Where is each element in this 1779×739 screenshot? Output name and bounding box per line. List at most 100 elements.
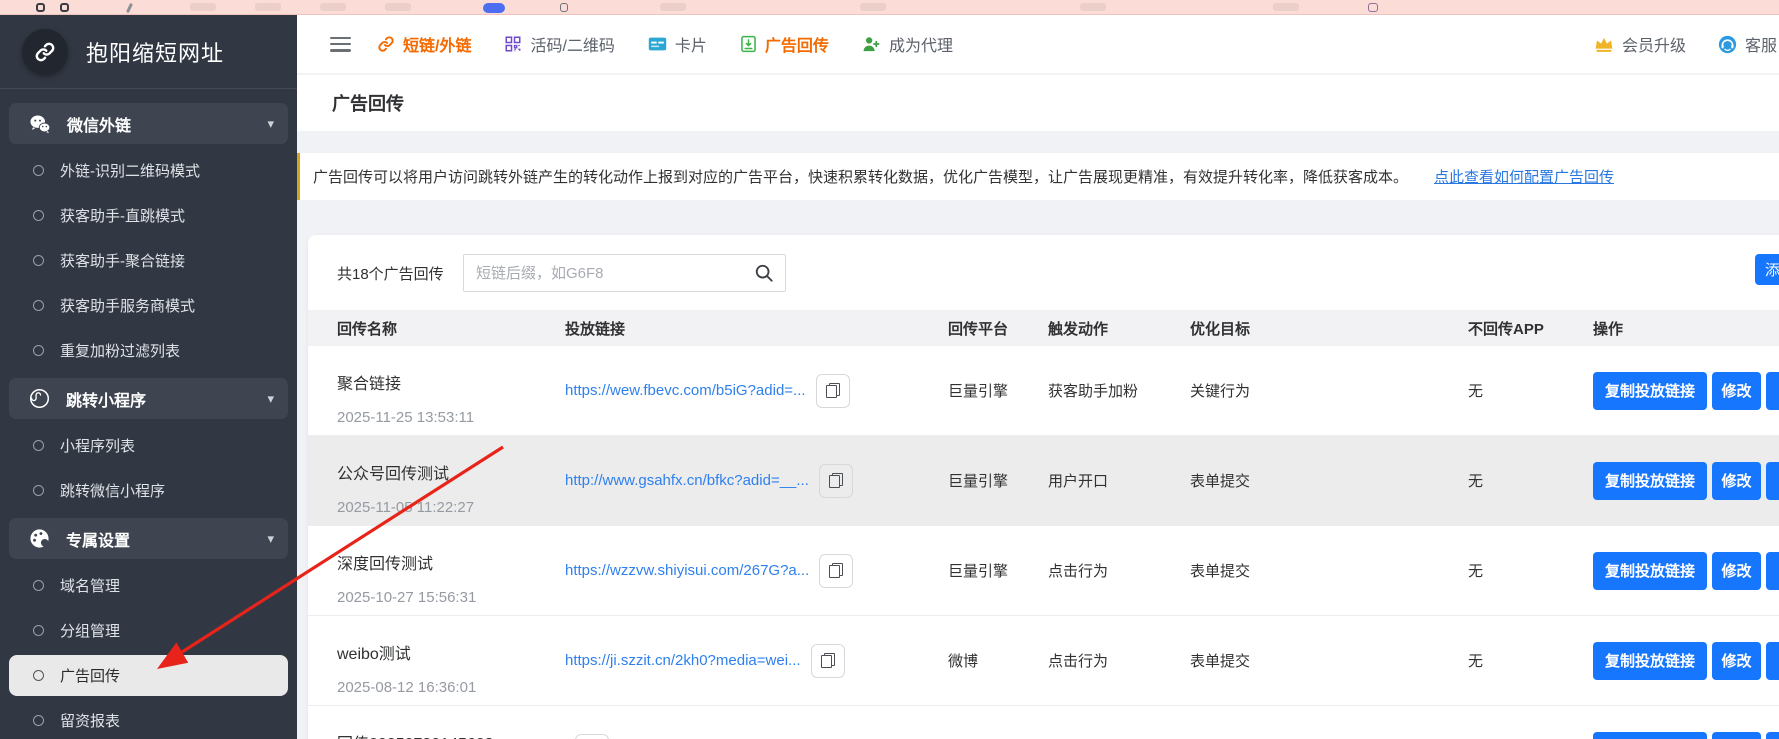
app-title: 抱阳缩短网址 bbox=[86, 36, 224, 68]
delete-button[interactable]: 删 bbox=[1766, 462, 1779, 500]
browser-chrome-fragment bbox=[1273, 3, 1299, 11]
logo-link-icon bbox=[22, 29, 68, 75]
add-callback-button[interactable]: 添 bbox=[1755, 254, 1779, 285]
edit-button[interactable]: 修改 bbox=[1712, 372, 1761, 410]
cell-goal: 表单提交 bbox=[1190, 560, 1468, 581]
sidebar-item-assistant-service-provider[interactable]: 获客助手服务商模式 bbox=[0, 283, 297, 328]
delete-button[interactable]: 删 bbox=[1766, 372, 1779, 410]
delivery-link[interactable]: http://www.gsahfx.cn/bfkc?adid=__... bbox=[565, 472, 809, 489]
col-header-link: 投放链接 bbox=[565, 318, 948, 339]
cell-actions: 复制投放链接 修改 删 bbox=[1593, 552, 1779, 590]
sidebar-item-miniprogram-list[interactable]: 小程序列表 bbox=[0, 423, 297, 468]
hamburger-menu-icon[interactable] bbox=[330, 37, 351, 52]
member-upgrade[interactable]: 会员升级 bbox=[1594, 32, 1686, 56]
bullet-dot-icon bbox=[33, 670, 44, 681]
col-header-no-app: 不回传APP bbox=[1468, 318, 1593, 339]
ad-callback-card: 共18个广告回传 添 回传名称 投放链接 回传平台 触发动作 优化目标 不回传A… bbox=[308, 235, 1779, 739]
copy-link-button[interactable] bbox=[819, 554, 853, 588]
search-button[interactable] bbox=[742, 254, 786, 292]
copy-delivery-link-button[interactable]: 复制投放链接 bbox=[1593, 462, 1707, 500]
edit-button[interactable]: 修改 bbox=[1712, 732, 1761, 739]
bullet-dot-icon bbox=[33, 580, 44, 591]
sidebar-item-external-link-qr-mode[interactable]: 外链-识别二维码模式 bbox=[0, 148, 297, 193]
sidebar-item-jump-wechat-miniprogram[interactable]: 跳转微信小程序 bbox=[0, 468, 297, 513]
sidebar-item-ad-callback[interactable]: 广告回传 bbox=[9, 655, 288, 696]
nav-cards[interactable]: 卡片 bbox=[648, 32, 707, 56]
info-banner: 广告回传可以将用户访问跳转外链产生的转化动作上报到对应的广告平台，快速积累转化数… bbox=[296, 153, 1779, 200]
search-icon bbox=[754, 263, 774, 283]
page-title: 广告回传 bbox=[332, 90, 404, 116]
cell-actions: 复制投放链接 修改 删 bbox=[1593, 642, 1779, 680]
cell-trigger: 点击行为 bbox=[1048, 560, 1190, 581]
cell-actions: 复制投放链接 修改 删 bbox=[1593, 732, 1779, 739]
col-header-name: 回传名称 bbox=[337, 318, 565, 339]
copy-delivery-link-button[interactable]: 复制投放链接 bbox=[1593, 372, 1707, 410]
wechat-icon bbox=[29, 114, 51, 134]
sidebar-section-jump-miniprogram[interactable]: 跳转小程序 ▾ bbox=[9, 378, 288, 419]
chevron-down-icon: ▾ bbox=[267, 116, 274, 132]
browser-strip bbox=[0, 0, 1779, 15]
cell-goal: 关键行为 bbox=[1190, 380, 1468, 401]
sidebar-section-label: 跳转小程序 bbox=[66, 387, 267, 411]
nav-live-qr-codes[interactable]: 活码/二维码 bbox=[504, 32, 614, 56]
sidebar-item-lead-report[interactable]: 留资报表 bbox=[0, 698, 297, 739]
delete-button[interactable]: 删 bbox=[1766, 642, 1779, 680]
search-input[interactable] bbox=[463, 254, 743, 292]
table-row: 公众号回传测试 2025-11-05 11:22:27 http://www.g… bbox=[308, 436, 1779, 526]
cell-actions: 复制投放链接 修改 删 bbox=[1593, 462, 1779, 500]
sidebar-section-wechat-links[interactable]: 微信外链 ▾ bbox=[9, 103, 288, 144]
nav-ad-callback[interactable]: 广告回传 bbox=[740, 32, 829, 56]
cell-trigger: 获客助手加粉 bbox=[1048, 380, 1190, 401]
sidebar-item-label: 留资报表 bbox=[60, 710, 120, 731]
edit-button[interactable]: 修改 bbox=[1712, 462, 1761, 500]
customer-service[interactable]: 客服 bbox=[1718, 32, 1777, 56]
sidebar-item-group-management[interactable]: 分组管理 bbox=[0, 608, 297, 653]
delivery-link[interactable]: https://wzzvw.shiyisui.com/267G?a... bbox=[565, 562, 809, 579]
cell-no-app: 无 bbox=[1468, 650, 1593, 671]
cell-link: https://ji.szzit.cn/2kh0?media=wei... bbox=[565, 644, 948, 678]
copy-link-button[interactable] bbox=[819, 464, 853, 498]
delivery-link[interactable]: https://wew.fbevc.com/b5iG?adid=... bbox=[565, 382, 806, 399]
sidebar-item-domain-management[interactable]: 域名管理 bbox=[0, 563, 297, 608]
nav-short-links[interactable]: 短链/外链 bbox=[377, 32, 471, 56]
col-header-actions: 操作 bbox=[1593, 318, 1779, 339]
title-bar: 广告回传 bbox=[297, 74, 1779, 131]
copy-delivery-link-button[interactable]: 复制投放链接 bbox=[1593, 732, 1707, 739]
callback-date: 2025-08-12 16:36:01 bbox=[337, 679, 565, 696]
copy-link-button[interactable] bbox=[816, 374, 850, 408]
copy-link-button[interactable] bbox=[811, 644, 845, 678]
nav-become-agent[interactable]: 成为代理 bbox=[862, 32, 953, 56]
sidebar-section-exclusive-settings[interactable]: 专属设置 ▾ bbox=[9, 518, 288, 559]
edit-button[interactable]: 修改 bbox=[1712, 552, 1761, 590]
delete-button[interactable]: 删 bbox=[1766, 552, 1779, 590]
col-header-trigger: 触发动作 bbox=[1048, 318, 1190, 339]
callback-name: 回传20250730145628 bbox=[337, 730, 565, 739]
agent-person-icon bbox=[862, 35, 881, 53]
top-navbar: 短链/外链 活码/二维码 卡片 广告回传 bbox=[297, 15, 1779, 74]
customer-service-label: 客服 bbox=[1745, 32, 1777, 56]
delete-button[interactable]: 删 bbox=[1766, 732, 1779, 739]
copy-icon bbox=[826, 383, 840, 398]
browser-chrome-fragment bbox=[60, 3, 69, 12]
cell-platform: 巨量引擎 bbox=[948, 560, 1048, 581]
customer-service-icon bbox=[1718, 35, 1737, 54]
sidebar-item-assistant-aggregate-link[interactable]: 获客助手-聚合链接 bbox=[0, 238, 297, 283]
cell-name: 回传20250730145628 bbox=[337, 706, 565, 739]
copy-delivery-link-button[interactable]: 复制投放链接 bbox=[1593, 642, 1707, 680]
copy-link-button[interactable] bbox=[575, 734, 609, 739]
edit-button[interactable]: 修改 bbox=[1712, 642, 1761, 680]
browser-chrome-fragment bbox=[483, 3, 505, 13]
copy-delivery-link-button[interactable]: 复制投放链接 bbox=[1593, 552, 1707, 590]
search-row: 共18个广告回传 添 bbox=[308, 254, 1779, 292]
bullet-dot-icon bbox=[33, 210, 44, 221]
sidebar-item-assistant-direct-jump[interactable]: 获客助手-直跳模式 bbox=[0, 193, 297, 238]
bullet-dot-icon bbox=[33, 165, 44, 176]
col-header-platform: 回传平台 bbox=[948, 318, 1048, 339]
bullet-dot-icon bbox=[33, 300, 44, 311]
banner-config-help-link[interactable]: 点此查看如何配置广告回传 bbox=[1434, 166, 1614, 187]
delivery-link[interactable]: https://ji.szzit.cn/2kh0?media=wei... bbox=[565, 652, 801, 669]
cell-trigger: 点击行为 bbox=[1048, 650, 1190, 671]
sidebar-item-duplicate-fan-filter[interactable]: 重复加粉过滤列表 bbox=[0, 328, 297, 373]
nav-label: 卡片 bbox=[675, 32, 707, 56]
cell-trigger: 用户开口 bbox=[1048, 470, 1190, 491]
